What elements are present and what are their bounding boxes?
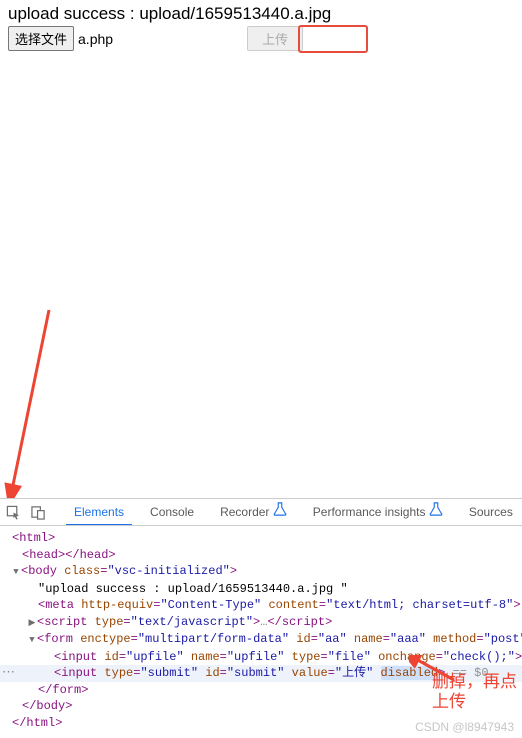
selected-dom-node: <input type="submit" id="submit" value="… xyxy=(0,665,522,682)
device-toggle-icon[interactable] xyxy=(31,504,46,520)
script-close-tag: </script> xyxy=(267,615,332,629)
watermark: CSDN @l8947943 xyxy=(415,720,514,734)
devtools-panel: Elements Console Recorder Performance in… xyxy=(0,498,522,737)
tab-sources[interactable]: Sources xyxy=(461,499,521,526)
tab-console[interactable]: Console xyxy=(142,499,202,526)
tab-performance[interactable]: Performance insights xyxy=(305,499,451,526)
upload-success-text: upload success : upload/1659513440.a.jpg xyxy=(8,4,514,24)
disabled-attr-highlight: disabled xyxy=(381,666,439,680)
choose-file-button[interactable]: 选择文件 xyxy=(8,26,74,51)
tab-recorder[interactable]: Recorder xyxy=(212,499,295,526)
dom-tree[interactable]: <html> <head></head> <body class="vsc-in… xyxy=(0,526,522,735)
tab-elements[interactable]: Elements xyxy=(66,499,132,526)
inspect-icon[interactable] xyxy=(6,504,21,520)
annotation-arrow-1 xyxy=(4,300,54,500)
devtools-toolbar: Elements Console Recorder Performance in… xyxy=(0,499,522,526)
upload-submit-button[interactable]: 上传 xyxy=(247,26,303,51)
chosen-filename: a.php xyxy=(78,31,113,47)
